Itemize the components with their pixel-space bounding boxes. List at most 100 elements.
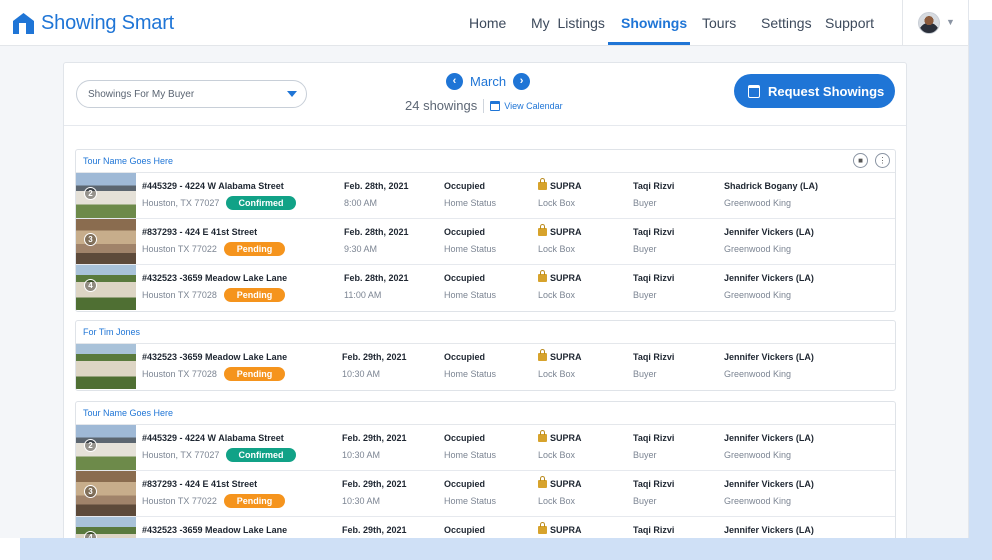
showing-date: Feb. 28th, 2021 bbox=[344, 227, 409, 237]
nav-tours[interactable]: Tours bbox=[702, 15, 736, 31]
reorder-icon[interactable]: 3 bbox=[84, 233, 97, 246]
brand-logo[interactable]: Showing Smart bbox=[11, 11, 174, 36]
summary-divider bbox=[483, 98, 485, 113]
buyer-label: Buyer bbox=[633, 450, 657, 460]
lockbox-label: Lock Box bbox=[538, 496, 576, 506]
property-address[interactable]: #432523 -3659 Meadow Lake Lane bbox=[142, 352, 287, 362]
showing-row[interactable]: #432523 -3659 Meadow Lake Lane Houston T… bbox=[76, 344, 895, 390]
more-options-icon[interactable]: ⋮ bbox=[875, 153, 890, 168]
showing-date: Feb. 29th, 2021 bbox=[342, 479, 407, 489]
nav-my-listings[interactable]: My Listings bbox=[531, 15, 605, 31]
property-city: Houston TX 77022 bbox=[142, 496, 217, 506]
top-navigation-bar: Showing Smart Home My Listings Showings … bbox=[0, 0, 968, 46]
group-title[interactable]: Tour Name Goes Here bbox=[83, 156, 173, 166]
brokerage: Greenwood King bbox=[724, 290, 792, 300]
nav-home[interactable]: Home bbox=[469, 15, 506, 31]
property-photo[interactable]: 2 bbox=[76, 425, 136, 470]
filter-selected-value: Showings For My Buyer bbox=[88, 89, 195, 100]
backdrop-accent-bottom bbox=[20, 538, 992, 560]
property-photo[interactable]: 3 bbox=[76, 471, 136, 516]
group-header: Tour Name Goes Here ■ ⋮ bbox=[76, 150, 895, 173]
reorder-icon[interactable]: 3 bbox=[84, 485, 97, 498]
home-status-label: Home Status bbox=[444, 290, 497, 300]
home-status-value: Occupied bbox=[444, 273, 486, 283]
view-calendar-link[interactable]: View Calendar bbox=[504, 101, 562, 111]
showing-time: 10:30 AM bbox=[342, 496, 381, 506]
group-header: Tour Name Goes Here bbox=[76, 402, 895, 425]
lockbox-label: Lock Box bbox=[538, 244, 576, 254]
lockbox-value: SUPRA bbox=[538, 430, 582, 443]
property-photo[interactable] bbox=[76, 344, 136, 389]
request-showings-button[interactable]: Request Showings bbox=[734, 74, 895, 108]
lockbox-value: SUPRA bbox=[538, 224, 582, 237]
buyer-label: Buyer bbox=[633, 290, 657, 300]
lockbox-value: SUPRA bbox=[538, 349, 582, 362]
chevron-left-icon[interactable]: ‹ bbox=[446, 73, 463, 90]
showings-count: 24 showings bbox=[405, 98, 478, 113]
chevron-right-icon[interactable]: › bbox=[513, 73, 531, 90]
user-avatar[interactable] bbox=[918, 12, 940, 34]
showing-time: 9:30 AM bbox=[344, 244, 378, 254]
property-address[interactable]: #432523 -3659 Meadow Lake Lane bbox=[142, 525, 287, 535]
lockbox-value: SUPRA bbox=[538, 476, 582, 489]
lockbox-label: Lock Box bbox=[538, 450, 576, 460]
showing-row[interactable]: 4 #432523 -3659 Meadow Lake Lane Feb. 29… bbox=[76, 517, 895, 538]
home-status-value: Occupied bbox=[444, 525, 486, 535]
property-city: Houston, TX 77027 bbox=[142, 450, 220, 460]
card-divider bbox=[64, 125, 906, 126]
reorder-icon[interactable]: 2 bbox=[84, 187, 97, 200]
buyer-name: Taqi Rizvi bbox=[633, 352, 675, 362]
property-address[interactable]: #837293 - 424 E 41st Street bbox=[142, 227, 257, 237]
property-city: Houston TX 77022 bbox=[142, 244, 217, 254]
showing-row[interactable]: 4 #432523 -3659 Meadow Lake Lane Houston… bbox=[76, 265, 895, 311]
tour-group: Tour Name Goes Here ■ ⋮ 2 #445329 - 4224… bbox=[75, 149, 896, 312]
lockbox-value: SUPRA bbox=[538, 270, 582, 283]
nav-settings[interactable]: Settings bbox=[761, 15, 812, 31]
buyer-label: Buyer bbox=[633, 369, 657, 379]
group-title[interactable]: Tour Name Goes Here bbox=[83, 408, 173, 418]
showing-row[interactable]: 2 #445329 - 4224 W Alabama Street Housto… bbox=[76, 173, 895, 219]
property-address[interactable]: #445329 - 4224 W Alabama Street bbox=[142, 433, 284, 443]
property-photo[interactable]: 3 bbox=[76, 219, 136, 264]
property-photo[interactable]: 4 bbox=[76, 265, 136, 310]
showings-summary: 24 showings View Calendar bbox=[405, 98, 563, 113]
showing-date: Feb. 28th, 2021 bbox=[344, 273, 409, 283]
showing-row[interactable]: 2 #445329 - 4224 W Alabama Street Housto… bbox=[76, 425, 895, 471]
listing-agent: Jennifer Vickers (LA) bbox=[724, 273, 814, 283]
reorder-icon[interactable]: 4 bbox=[84, 279, 97, 292]
lockbox-value: SUPRA bbox=[538, 178, 582, 191]
showing-date: Feb. 29th, 2021 bbox=[342, 352, 407, 362]
tour-group: For Tim Jones #432523 -3659 Meadow Lake … bbox=[75, 320, 896, 391]
home-status-label: Home Status bbox=[444, 244, 497, 254]
lockbox-name: SUPRA bbox=[550, 433, 582, 443]
buyer-name: Taqi Rizvi bbox=[633, 227, 675, 237]
lockbox-name: SUPRA bbox=[550, 525, 582, 535]
group-title[interactable]: For Tim Jones bbox=[83, 327, 140, 337]
nav-showings[interactable]: Showings bbox=[621, 15, 687, 31]
home-status-value: Occupied bbox=[444, 181, 486, 191]
property-address[interactable]: #837293 - 424 E 41st Street bbox=[142, 479, 257, 489]
property-address[interactable]: #432523 -3659 Meadow Lake Lane bbox=[142, 273, 287, 283]
showings-filter-dropdown[interactable]: Showings For My Buyer bbox=[76, 80, 307, 108]
property-photo[interactable]: 4 bbox=[76, 517, 136, 538]
brokerage: Greenwood King bbox=[724, 496, 792, 506]
lockbox-name: SUPRA bbox=[550, 227, 582, 237]
status-badge: Pending bbox=[224, 494, 285, 508]
home-status-label: Home Status bbox=[444, 369, 497, 379]
showing-row[interactable]: 3 #837293 - 424 E 41st Street Houston TX… bbox=[76, 471, 895, 517]
group-header: For Tim Jones bbox=[76, 321, 895, 344]
trash-icon[interactable]: ■ bbox=[853, 153, 868, 168]
property-photo[interactable]: 2 bbox=[76, 173, 136, 218]
home-status-value: Occupied bbox=[444, 352, 486, 362]
status-badge: Confirmed bbox=[226, 196, 296, 210]
lock-icon bbox=[538, 270, 547, 282]
reorder-icon[interactable]: 2 bbox=[84, 439, 97, 452]
nav-support[interactable]: Support bbox=[825, 15, 874, 31]
reorder-icon[interactable]: 4 bbox=[84, 531, 97, 538]
showing-row[interactable]: 3 #837293 - 424 E 41st Street Houston TX… bbox=[76, 219, 895, 265]
showing-date: Feb. 29th, 2021 bbox=[342, 433, 407, 443]
lockbox-label: Lock Box bbox=[538, 290, 576, 300]
current-month: March bbox=[470, 74, 507, 89]
property-address[interactable]: #445329 - 4224 W Alabama Street bbox=[142, 181, 284, 191]
chevron-down-icon[interactable]: ▼ bbox=[946, 17, 955, 27]
